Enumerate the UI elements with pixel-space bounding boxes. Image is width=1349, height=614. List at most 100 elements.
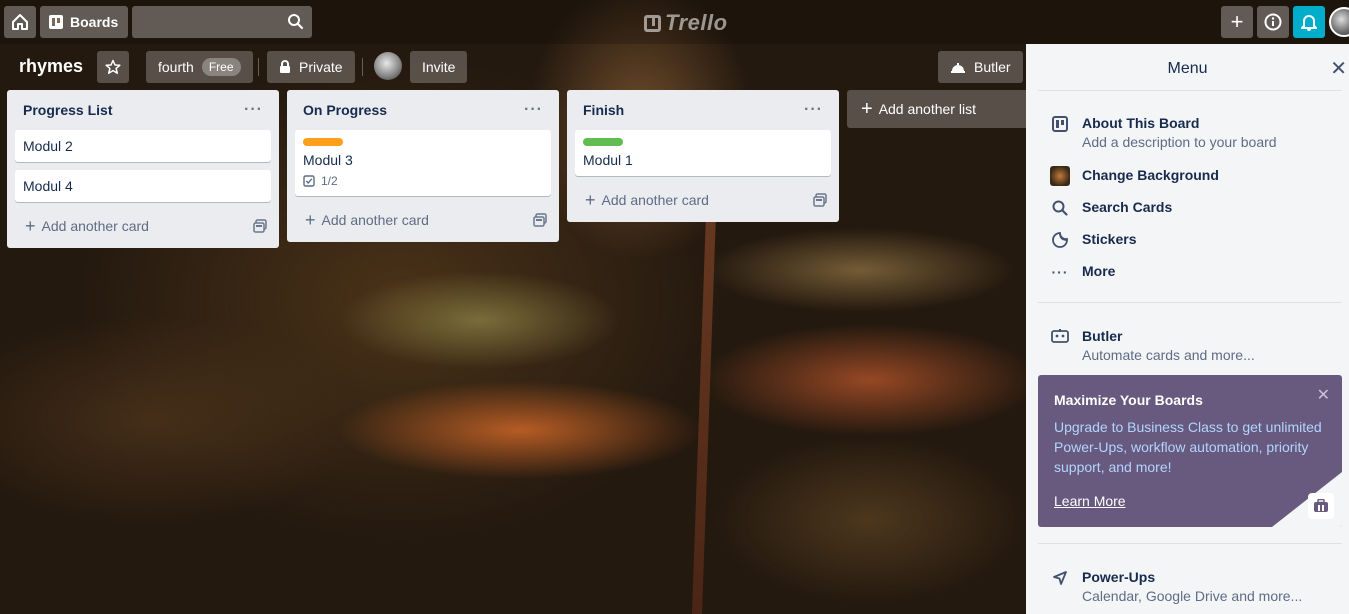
add-card-label: Add another card bbox=[601, 192, 709, 208]
bell-icon bbox=[1301, 15, 1317, 31]
card[interactable]: Modul 2 bbox=[15, 130, 271, 162]
card[interactable]: Modul 4 bbox=[15, 170, 271, 202]
info-button[interactable] bbox=[1257, 6, 1289, 38]
butler-label: Butler bbox=[974, 59, 1011, 75]
learn-more-link[interactable]: Learn More bbox=[1054, 493, 1126, 509]
list-title[interactable]: Finish bbox=[583, 102, 624, 118]
butler-icon bbox=[1051, 329, 1069, 343]
create-button[interactable]: + bbox=[1221, 6, 1253, 38]
invite-button[interactable]: Invite bbox=[410, 51, 468, 83]
checklist-count: 1/2 bbox=[321, 174, 338, 188]
trello-logo-icon bbox=[644, 14, 661, 32]
list-on-progress: On Progress ··· Modul 3 1/2 + Add another… bbox=[287, 90, 559, 242]
close-icon[interactable]: ✕ bbox=[1317, 385, 1330, 405]
background-thumbnail bbox=[1050, 166, 1070, 186]
upgrade-promo: Maximize Your Boards ✕ Upgrade to Busine… bbox=[1038, 375, 1342, 527]
add-list-label: Add another list bbox=[878, 101, 976, 117]
user-avatar[interactable] bbox=[1329, 7, 1349, 37]
briefcase-icon bbox=[1308, 493, 1334, 519]
search-input[interactable] bbox=[132, 6, 312, 38]
menu-item-change-background[interactable]: Change Background bbox=[1050, 165, 1219, 186]
close-icon[interactable]: ✕ bbox=[1330, 56, 1347, 81]
menu-item-title: Butler bbox=[1082, 328, 1123, 344]
more-icon[interactable]: ··· bbox=[524, 101, 543, 119]
butler-bell-icon bbox=[951, 63, 965, 73]
card-title: Modul 1 bbox=[583, 152, 633, 168]
board-icon bbox=[1052, 116, 1068, 132]
visibility-button[interactable]: Private bbox=[267, 51, 355, 83]
menu-item-stickers[interactable]: Stickers bbox=[1050, 231, 1136, 248]
list-header[interactable]: Finish ··· bbox=[567, 90, 839, 130]
menu-item-title: More bbox=[1082, 263, 1116, 279]
card-title: Modul 3 bbox=[303, 152, 353, 168]
menu-item-search-cards[interactable]: Search Cards bbox=[1050, 199, 1172, 216]
trello-logo[interactable]: Trello bbox=[644, 10, 728, 36]
plus-icon: + bbox=[1230, 9, 1244, 34]
top-header: Boards Trello + bbox=[0, 0, 1349, 44]
checklist-icon bbox=[303, 175, 315, 187]
logo-text: Trello bbox=[665, 10, 728, 35]
more-icon: ··· bbox=[1051, 264, 1069, 280]
search-icon bbox=[1052, 200, 1068, 216]
divider bbox=[1038, 302, 1342, 303]
divider bbox=[1038, 90, 1342, 91]
menu-item-power-ups[interactable]: Power-Ups Calendar, Google Drive and more… bbox=[1050, 569, 1302, 604]
home-icon bbox=[12, 14, 28, 30]
menu-item-title: Stickers bbox=[1082, 231, 1137, 247]
board-menu: Menu ✕ About This Board Add a description… bbox=[1026, 44, 1349, 614]
member-avatar[interactable] bbox=[374, 52, 402, 80]
more-icon[interactable]: ··· bbox=[244, 101, 263, 119]
rocket-icon bbox=[1053, 571, 1067, 585]
menu-item-title: Power-Ups bbox=[1082, 569, 1156, 585]
search-icon bbox=[288, 14, 304, 30]
sticker-icon bbox=[1052, 232, 1068, 248]
list-title[interactable]: On Progress bbox=[303, 102, 387, 118]
menu-item-title: Search Cards bbox=[1082, 199, 1173, 215]
template-icon[interactable] bbox=[813, 193, 827, 207]
menu-item-subtitle: Calendar, Google Drive and more... bbox=[1082, 588, 1303, 604]
template-icon[interactable] bbox=[253, 219, 267, 233]
menu-item-subtitle: Add a description to your board bbox=[1082, 134, 1277, 150]
divider bbox=[1038, 543, 1342, 544]
team-button[interactable]: fourth Free bbox=[146, 51, 253, 83]
menu-item-butler[interactable]: Butler Automate cards and more... bbox=[1050, 328, 1255, 363]
menu-item-title: About This Board bbox=[1082, 115, 1200, 131]
template-icon[interactable] bbox=[533, 213, 547, 227]
card-title: Modul 2 bbox=[23, 138, 73, 154]
menu-item-more[interactable]: ··· More bbox=[1050, 263, 1116, 280]
menu-title: Menu bbox=[1167, 60, 1208, 77]
board-icon bbox=[49, 15, 63, 29]
visibility-label: Private bbox=[299, 59, 343, 75]
notifications-button[interactable] bbox=[1293, 6, 1325, 38]
team-name: fourth bbox=[158, 59, 194, 75]
boards-button[interactable]: Boards bbox=[40, 6, 128, 38]
promo-body: Upgrade to Business Class to get unlimit… bbox=[1054, 419, 1322, 475]
add-card-button[interactable]: + Add another card bbox=[287, 204, 559, 242]
checklist-badge: 1/2 bbox=[303, 174, 543, 188]
divider bbox=[362, 58, 363, 76]
add-card-label: Add another card bbox=[41, 218, 149, 234]
star-icon bbox=[105, 59, 121, 74]
butler-button[interactable]: Butler bbox=[938, 51, 1023, 83]
menu-item-about[interactable]: About This Board Add a description to you… bbox=[1050, 115, 1277, 150]
card-label-green[interactable] bbox=[583, 138, 623, 146]
list-header[interactable]: Progress List ··· bbox=[7, 90, 279, 130]
plan-badge: Free bbox=[201, 58, 241, 76]
menu-item-title: Change Background bbox=[1082, 167, 1219, 183]
more-icon[interactable]: ··· bbox=[804, 101, 823, 119]
board-title[interactable]: rhymes bbox=[19, 56, 83, 77]
list-progress-list: Progress List ··· Modul 2 Modul 4 + Add a… bbox=[7, 90, 279, 248]
home-button[interactable] bbox=[4, 6, 36, 38]
promo-title: Maximize Your Boards bbox=[1054, 392, 1203, 408]
plus-icon: + bbox=[585, 189, 596, 210]
list-title[interactable]: Progress List bbox=[23, 102, 112, 118]
add-card-button[interactable]: + Add another card bbox=[567, 184, 839, 222]
card[interactable]: Modul 1 bbox=[575, 130, 831, 176]
star-board-button[interactable] bbox=[97, 51, 129, 83]
add-list-button[interactable]: + Add another list bbox=[847, 90, 1027, 128]
list-header[interactable]: On Progress ··· bbox=[287, 90, 559, 130]
plus-icon: + bbox=[25, 215, 36, 236]
card[interactable]: Modul 3 1/2 bbox=[295, 130, 551, 196]
card-label-orange[interactable] bbox=[303, 138, 343, 146]
add-card-button[interactable]: + Add another card bbox=[7, 210, 279, 248]
